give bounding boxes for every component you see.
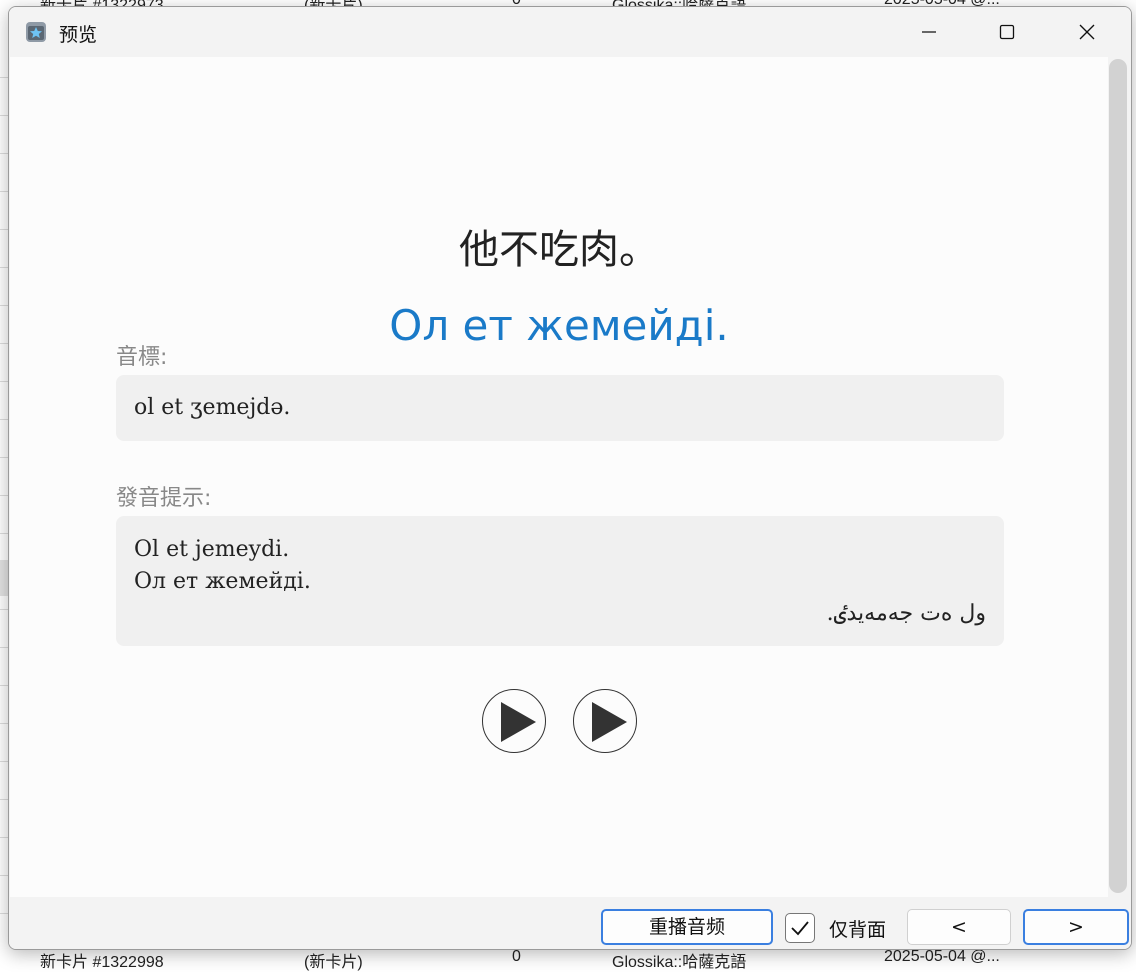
ipa-label: 音標: bbox=[116, 345, 168, 370]
replay-audio-button[interactable]: 重播音频 bbox=[601, 909, 773, 945]
pronunciation-hint-field: Ol et jemeydi. Ол ет жемейді. ول ەت جەمە… bbox=[116, 516, 1004, 646]
pronunciation-hint-label: 發音提示: bbox=[116, 486, 212, 511]
back-only-checkbox[interactable] bbox=[785, 913, 815, 943]
back-only-label[interactable]: 仅背面 bbox=[829, 915, 886, 942]
table-cell: 2025-05-04 @... bbox=[884, 948, 1000, 965]
close-button[interactable] bbox=[1049, 7, 1125, 57]
checkmark-icon bbox=[791, 921, 809, 936]
maximize-button[interactable] bbox=[969, 7, 1045, 57]
table-cell: 新卡片 #1322998 bbox=[40, 954, 164, 971]
minimize-button[interactable] bbox=[891, 7, 967, 57]
anki-star-icon bbox=[26, 22, 46, 42]
hint-line-cyrillic: Ол ет жемейді. bbox=[134, 569, 311, 594]
bottom-toolbar: 重播音频 仅背面 < > bbox=[9, 899, 1131, 949]
play-icon bbox=[592, 702, 627, 742]
play-icon bbox=[501, 702, 536, 742]
table-cell: (新卡片) bbox=[304, 954, 363, 971]
previous-card-button[interactable]: < bbox=[907, 909, 1011, 945]
play-audio-button[interactable] bbox=[573, 689, 637, 753]
hint-line-arabic: ول ەت جەمەيدٸ. bbox=[826, 601, 986, 626]
hint-line-latin: Ol et jemeydi. bbox=[134, 537, 290, 562]
table-cell: Glossika::哈薩克語 bbox=[612, 954, 747, 971]
vertical-scrollbar[interactable] bbox=[1109, 59, 1127, 895]
card-preview-area: 他不吃肉。 Ол ет жемейді. 音標: ol et ʒemejdə. … bbox=[10, 57, 1108, 897]
next-card-button[interactable]: > bbox=[1023, 909, 1129, 945]
table-cell: 0 bbox=[512, 948, 521, 965]
play-audio-button[interactable] bbox=[482, 689, 546, 753]
table-row[interactable]: 新卡片 #1322998 (新卡片) 0 Glossika::哈薩克語 2025… bbox=[0, 948, 1136, 971]
card-back-text: Ол ет жемейді. bbox=[389, 301, 729, 350]
maximize-icon bbox=[999, 24, 1015, 40]
ipa-field: ol et ʒemejdə. bbox=[116, 375, 1004, 441]
card-front-text: 他不吃肉。 bbox=[459, 227, 659, 273]
ipa-value: ol et ʒemejdə. bbox=[134, 395, 291, 420]
scrollbar-thumb[interactable] bbox=[1109, 59, 1127, 893]
window-title: 预览 bbox=[59, 24, 98, 46]
close-icon bbox=[1079, 24, 1095, 40]
preview-window: 预览 他不吃肉。 Ол ет жемейді. 音標: ol et ʒemejd… bbox=[8, 6, 1132, 950]
minimize-icon bbox=[922, 31, 936, 33]
title-bar[interactable]: 预览 bbox=[9, 7, 1131, 57]
